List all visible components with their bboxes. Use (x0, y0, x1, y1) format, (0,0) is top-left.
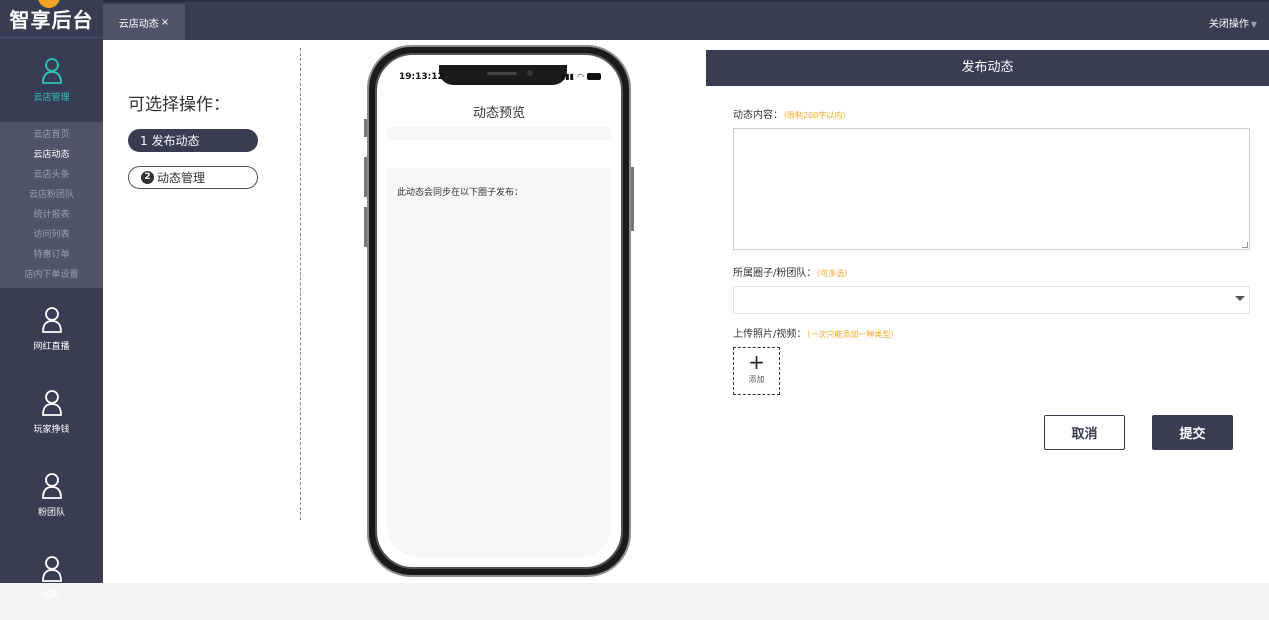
option-number-badge: 2 (141, 171, 154, 184)
nav-category-label: 拓吧 (42, 591, 61, 601)
nav-category-tuoba[interactable]: 拓吧 (0, 537, 103, 620)
circle-label-text: 所属圈子/粉团队： (733, 268, 817, 279)
signal-icon: ▮▮▮ (560, 72, 575, 81)
operations-title: 可选择操作： (128, 95, 230, 115)
sync-notice: 此动态会同步在以下圈子发布： (397, 188, 524, 198)
user-icon (41, 57, 62, 84)
content-label: 动态内容：（限制200字以内） (733, 106, 850, 121)
content-hint: （限制200字以内） (783, 111, 851, 120)
phone-screen: 19:13:12 ▮▮▮ ◠ 动态预览 此动态会同步在以下圈子发布： (387, 65, 611, 557)
preview-title: 动态预览 (472, 106, 525, 121)
form-title: 发布动态 (706, 50, 1269, 86)
submenu-item-order-settings[interactable]: 店内下单设置 (0, 265, 103, 285)
nav-category-label: 云店管理 (33, 92, 70, 103)
user-icon (41, 473, 62, 499)
phone-side-button (364, 157, 367, 197)
circle-select[interactable] (733, 286, 1250, 314)
logo: 智享后台 (0, 0, 103, 38)
option-label: 发布动态 (151, 134, 200, 148)
publish-dynamic-button[interactable]: 1 发布动态 (128, 129, 258, 152)
close-operations-menu[interactable]: 关闭操作 ▼ (1209, 15, 1257, 30)
sidebar: 智享后台 云店管理 云店首页 云店动态 云店头条 云店粉团队 统计报表 访问列表… (0, 0, 103, 601)
upload-hint: （一次只能添加一种类型） (806, 330, 899, 339)
user-icon (41, 307, 62, 333)
upload-add-button[interactable]: + 添加 (733, 347, 780, 395)
content-textarea[interactable] (733, 128, 1250, 250)
user-icon (41, 390, 62, 416)
publish-form: 发布动态 动态内容：（限制200字以内） 所属圈子/粉团队：（可多选） 上传照片… (706, 50, 1269, 567)
user-icon (41, 556, 62, 582)
plus-icon: + (748, 350, 765, 374)
chevron-down-icon: ▼ (1250, 20, 1257, 29)
vertical-divider (300, 48, 301, 520)
nav-category-yundian[interactable]: 云店管理 (0, 38, 103, 122)
chevron-down-icon (1235, 296, 1245, 301)
submenu: 云店首页 云店动态 云店头条 云店粉团队 统计报表 访问列表 特惠订单 店内下单… (0, 122, 103, 288)
circle-label: 所属圈子/粉团队：（可多选） (733, 264, 852, 279)
status-time: 19:13:12 (399, 72, 444, 82)
tab-yundian-dynamics[interactable]: 云店动态 × (103, 4, 185, 40)
wifi-icon: ◠ (577, 72, 584, 81)
upload-label-text: 上传照片/视频： (733, 329, 807, 340)
upload-label: 上传照片/视频：（一次只能添加一种类型） (733, 325, 898, 340)
phone-notch (439, 65, 567, 85)
close-operations-label: 关闭操作 (1208, 19, 1249, 30)
close-icon[interactable]: × (161, 17, 169, 28)
option-number: 1 (140, 133, 148, 148)
manage-dynamics-button[interactable]: 2 动态管理 (128, 166, 258, 189)
phone-side-button (364, 119, 367, 137)
topbar: 云店动态 × 关闭操作 ▼ (103, 0, 1269, 40)
submit-button[interactable]: 提交 (1152, 415, 1233, 450)
logo-text: 智享后台 (9, 8, 94, 32)
nav-category-fans[interactable]: 粉团队 (0, 454, 103, 537)
submenu-item-home[interactable]: 云店首页 (0, 125, 103, 145)
battery-icon (587, 73, 601, 80)
nav-category-label: 玩家挣钱 (33, 425, 70, 435)
submenu-item-reports[interactable]: 统计报表 (0, 205, 103, 225)
resize-handle[interactable] (1242, 242, 1248, 248)
tab-label: 云店动态 (118, 18, 159, 30)
submenu-item-dynamics[interactable]: 云店动态 (0, 145, 103, 165)
status-icons: ▮▮▮ ◠ (561, 72, 601, 81)
preview-content-bar (387, 140, 611, 168)
nav-category-label: 网红直播 (33, 342, 70, 352)
phone-side-button (364, 207, 367, 247)
submenu-item-visits[interactable]: 访问列表 (0, 225, 103, 245)
content-area: 可选择操作： 1 发布动态 2 动态管理 19:13:12 ▮▮▮ ◠ 动态预览… (103, 40, 1269, 583)
nav-category-earn[interactable]: 玩家挣钱 (0, 371, 103, 454)
phone-bezel: 19:13:12 ▮▮▮ ◠ 动态预览 此动态会同步在以下圈子发布： (375, 53, 623, 569)
speaker (487, 72, 517, 75)
phone-preview: 19:13:12 ▮▮▮ ◠ 动态预览 此动态会同步在以下圈子发布： (364, 45, 634, 577)
camera-icon (527, 70, 533, 76)
nav-category-label: 粉团队 (37, 508, 65, 518)
phone-side-button (631, 167, 634, 231)
nav-category-live[interactable]: 网红直播 (0, 288, 103, 371)
circle-hint: （可多选） (816, 269, 853, 278)
cancel-button[interactable]: 取消 (1044, 415, 1125, 450)
submenu-item-orders[interactable]: 特惠订单 (0, 245, 103, 265)
submenu-item-fans[interactable]: 云店粉团队 (0, 185, 103, 205)
option-label: 动态管理 (157, 171, 206, 185)
content-label-text: 动态内容： (733, 110, 783, 121)
submenu-item-headlines[interactable]: 云店头条 (0, 165, 103, 185)
upload-add-label: 添加 (748, 375, 765, 384)
